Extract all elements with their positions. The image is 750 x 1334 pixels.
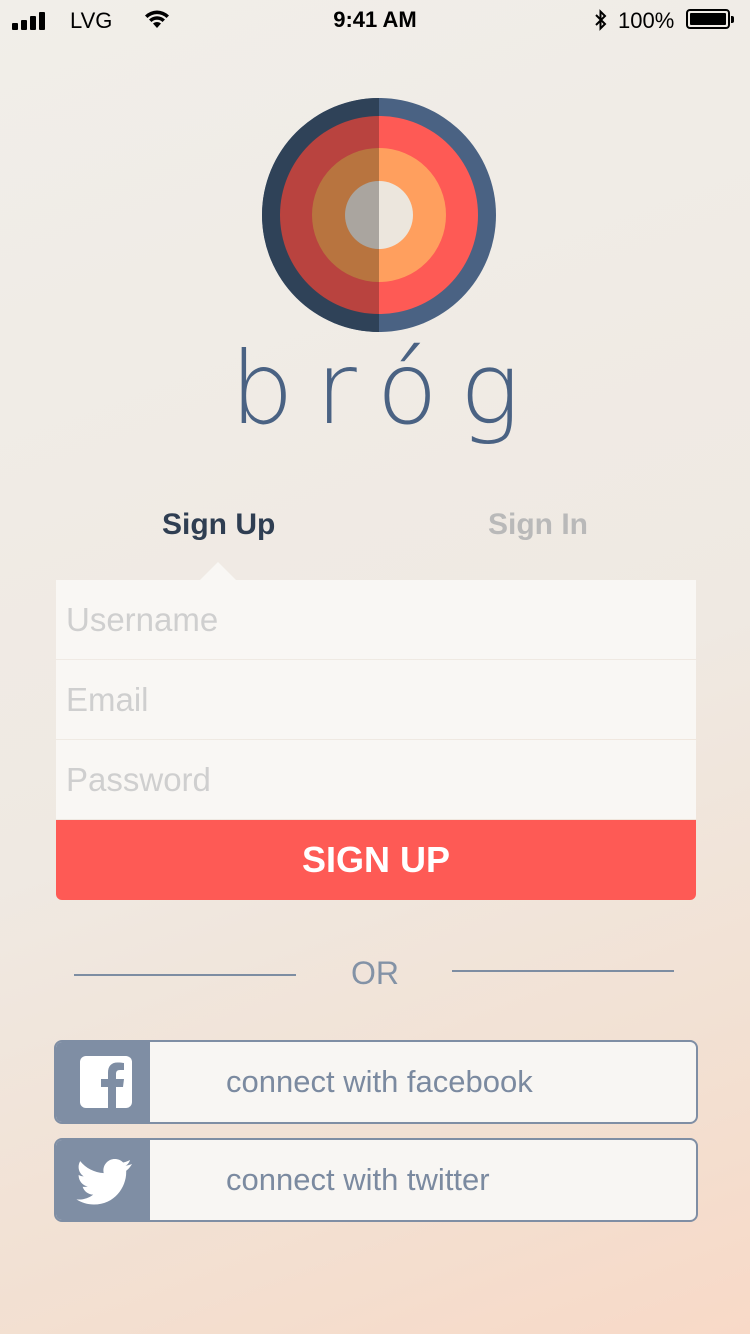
connect-twitter-button[interactable]: connect with twitter bbox=[54, 1138, 698, 1222]
facebook-button-label: connect with facebook bbox=[226, 1064, 533, 1099]
battery-percentage: 100% bbox=[618, 8, 675, 33]
connect-facebook-button[interactable]: connect with facebook bbox=[54, 1040, 698, 1124]
twitter-button-label: connect with twitter bbox=[226, 1162, 490, 1197]
divider-line-right bbox=[452, 970, 674, 972]
brand-wordmark: bróg bbox=[230, 330, 542, 447]
or-divider-label: OR bbox=[351, 955, 399, 991]
active-tab-indicator bbox=[200, 562, 236, 580]
username-field[interactable] bbox=[56, 580, 696, 659]
email-field[interactable] bbox=[56, 660, 696, 739]
tab-sign-up[interactable]: Sign Up bbox=[162, 508, 275, 542]
sign-up-button[interactable]: SIGN UP bbox=[56, 820, 696, 900]
twitter-icon bbox=[76, 1159, 132, 1205]
password-field[interactable] bbox=[56, 740, 696, 819]
tab-sign-in[interactable]: Sign In bbox=[488, 508, 588, 542]
battery-icon bbox=[686, 9, 734, 29]
signup-form bbox=[56, 580, 696, 819]
status-bar: LVG 9:41 AM 100% bbox=[0, 0, 750, 40]
bluetooth-icon bbox=[595, 9, 607, 31]
brog-logo-icon bbox=[262, 98, 496, 332]
facebook-icon bbox=[80, 1056, 132, 1108]
